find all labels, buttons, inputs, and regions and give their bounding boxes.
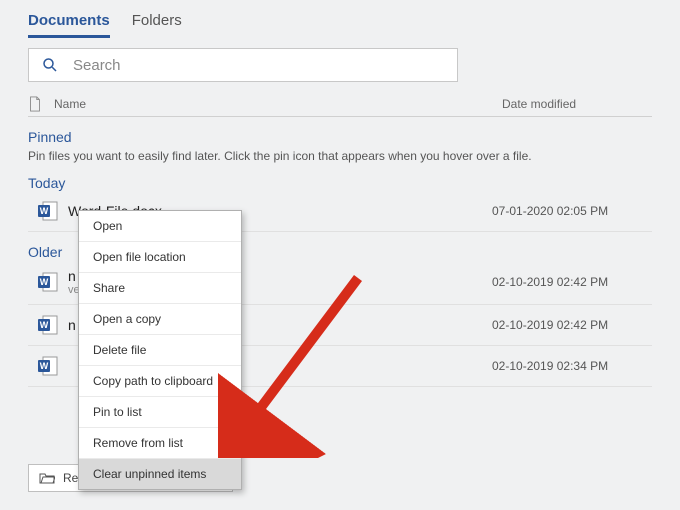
menu-copy-path[interactable]: Copy path to clipboard [79,366,241,397]
word-icon: W [36,199,60,223]
file-date: 02-10-2019 02:42 PM [492,318,652,332]
svg-text:W: W [40,206,49,216]
file-date: 02-10-2019 02:42 PM [492,275,652,289]
word-icon: W [36,270,60,294]
menu-delete-file[interactable]: Delete file [79,335,241,366]
menu-pin-to-list[interactable]: Pin to list [79,397,241,428]
svg-text:W: W [40,277,49,287]
list-header: Name Date modified [28,96,652,117]
pinned-hint: Pin files you want to easily find later.… [28,149,652,163]
document-icon [28,96,42,112]
menu-open-a-copy[interactable]: Open a copy [79,304,241,335]
tab-folders[interactable]: Folders [132,8,182,38]
word-icon: W [36,354,60,378]
menu-open-file-location[interactable]: Open file location [79,242,241,273]
search-input[interactable] [71,56,445,75]
context-menu: Open Open file location Share Open a cop… [78,210,242,490]
section-today-title: Today [28,175,652,191]
col-name-label: Name [54,97,86,111]
search-box[interactable] [28,48,458,82]
menu-remove-from-list[interactable]: Remove from list [79,428,241,459]
menu-open[interactable]: Open [79,211,241,242]
svg-text:W: W [40,361,49,371]
tabs-bar: Documents Folders [28,0,652,38]
search-icon [41,56,59,74]
menu-clear-unpinned[interactable]: Clear unpinned items [79,459,241,489]
word-icon: W [36,313,60,337]
col-date-label: Date modified [502,97,652,111]
file-date: 02-10-2019 02:34 PM [492,359,652,373]
tab-documents[interactable]: Documents [28,8,110,38]
file-date: 07-01-2020 02:05 PM [492,204,652,218]
section-pinned-title: Pinned [28,129,652,145]
svg-text:W: W [40,320,49,330]
menu-share[interactable]: Share [79,273,241,304]
folder-open-icon [39,471,55,485]
